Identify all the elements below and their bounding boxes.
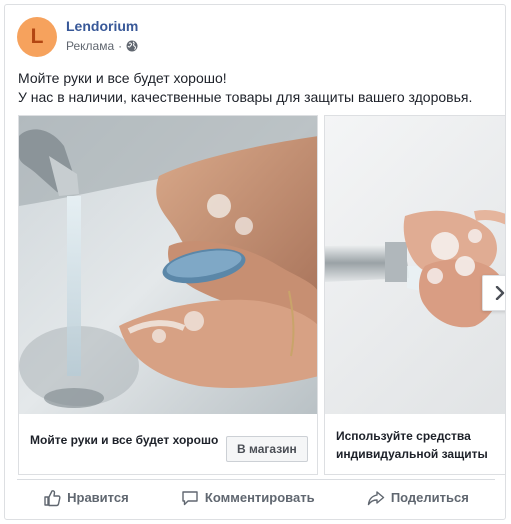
page-name-link[interactable]: Lendorium — [66, 18, 138, 34]
post-text: Мойте руки и все будет хорошо! У нас в н… — [18, 69, 496, 107]
globe-icon[interactable] — [126, 40, 138, 52]
shop-now-button[interactable]: В магазин — [226, 436, 308, 462]
comment-icon — [182, 490, 198, 505]
share-button[interactable]: Поделиться — [359, 483, 477, 513]
like-button[interactable]: Нравится — [35, 483, 137, 513]
card-title[interactable]: Мойте руки и все будет хорошо — [30, 431, 220, 449]
chevron-right-icon[interactable] — [482, 275, 505, 311]
share-label: Поделиться — [390, 490, 469, 505]
card-footer: Мойте руки и все будет хорошо В магазин — [19, 414, 317, 474]
comment-button[interactable]: Комментировать — [173, 483, 323, 513]
hand-washing-faucet-photo[interactable] — [325, 116, 505, 414]
thumbs-up-icon — [44, 489, 61, 506]
card-title[interactable]: Используйте средства индивидуальной защи… — [336, 427, 501, 463]
post-meta: Реклама · — [66, 39, 138, 53]
post-text-line: Мойте руки и все будет хорошо! — [18, 70, 227, 86]
carousel-card[interactable]: Мойте руки и все будет хорошо В магазин — [18, 115, 318, 475]
comment-label: Комментировать — [204, 490, 315, 505]
post-actions: Нравится Комментировать Поделиться — [17, 479, 495, 515]
meta-separator: · — [118, 39, 123, 53]
card-footer: Используйте средства индивидуальной защи… — [325, 414, 505, 474]
sponsored-post: L Lendorium Реклама · Мойте руки и все б… — [4, 4, 506, 520]
hand-washing-sink-photo[interactable] — [19, 116, 317, 414]
post-text-line: У нас в наличии, качественные товары для… — [18, 89, 473, 105]
like-label: Нравится — [67, 490, 129, 505]
avatar[interactable]: L — [17, 17, 57, 57]
carousel-card[interactable]: Используйте средства индивидуальной защи… — [324, 115, 505, 475]
product-carousel: Мойте руки и все будет хорошо В магазин — [18, 115, 505, 475]
post-header: L Lendorium Реклама · — [17, 17, 487, 59]
share-icon — [367, 490, 385, 505]
sponsored-label[interactable]: Реклама — [66, 39, 114, 53]
